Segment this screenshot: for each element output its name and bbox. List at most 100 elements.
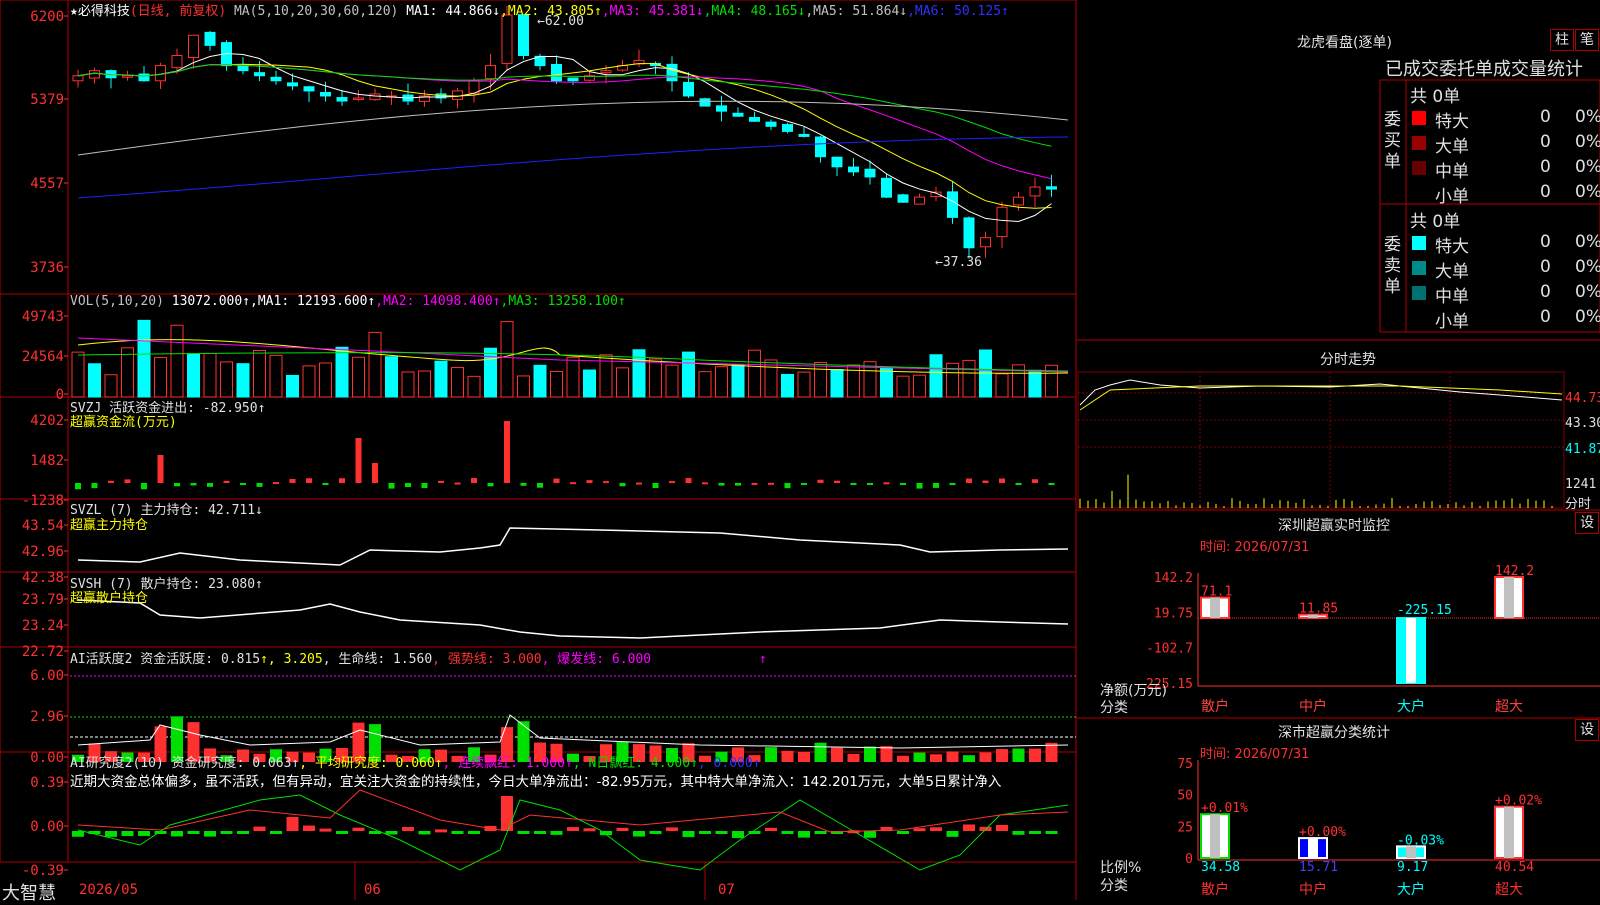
candle-body — [204, 31, 216, 46]
activity-bar — [864, 746, 876, 762]
volume-bar — [319, 362, 332, 398]
candle-body — [254, 72, 265, 77]
activity-bar — [798, 751, 810, 762]
intraday-price-2: 43.30 — [1565, 416, 1600, 431]
sell-swatch — [1412, 261, 1426, 275]
fund-flow-bar — [306, 478, 312, 483]
ai2-header: AI研究度2(10) 资金研究度: 0.063↑, 平均研究度: 0.060↑,… — [70, 752, 761, 771]
svzl-y-tick: 43.54 — [22, 518, 64, 534]
volume-bar — [748, 349, 761, 398]
sell-row-count: 0 — [1540, 257, 1551, 277]
buy-side-label: 委买单 — [1384, 110, 1401, 172]
research-bar — [550, 831, 563, 835]
research-bar — [715, 831, 728, 835]
volume-bar — [1045, 364, 1058, 398]
candle-body — [831, 156, 843, 168]
candle-body — [699, 98, 711, 107]
sell-side-label: 委卖单 — [1384, 235, 1401, 297]
fund-flow-bar — [108, 480, 114, 483]
buy-swatch — [1412, 186, 1426, 200]
buy-row-count: 0 — [1540, 182, 1551, 202]
panel-frame — [0, 0, 1077, 295]
class-xlabel: 分类 — [1100, 878, 1128, 894]
intraday-frame — [1077, 371, 1565, 509]
buy-row-percent: 0% — [1575, 157, 1600, 177]
tick-mode-button[interactable]: 笔 — [1575, 29, 1599, 51]
fund-flow-bar — [355, 438, 362, 483]
research-bar — [105, 831, 117, 837]
buy-row-percent: 0% — [1575, 132, 1600, 152]
candle-body — [303, 86, 315, 92]
candle-body — [848, 166, 859, 173]
activity-bar — [880, 746, 893, 762]
volume-bar — [1028, 369, 1042, 398]
research-bar — [781, 831, 794, 834]
sz-y-tick: -102.7 — [1146, 642, 1193, 657]
candle-body — [353, 97, 364, 100]
sz-bar-shine — [1210, 597, 1220, 619]
vol-label: VOL(5,10,20) — [70, 294, 164, 309]
fund-flow-bar — [157, 455, 164, 483]
app-logo[interactable]: 大智慧 — [2, 879, 56, 905]
sz-settings-button[interactable]: 设 — [1575, 512, 1599, 534]
candle-body — [270, 76, 282, 82]
period-label[interactable]: (日线, 前复权) — [130, 4, 226, 19]
sz-bar-label: 71.1 — [1201, 585, 1232, 600]
research-bar — [501, 796, 513, 831]
bar-mode-button[interactable]: 柱 — [1550, 29, 1574, 51]
fund-flow-bar — [999, 478, 1005, 483]
research-bar — [286, 817, 299, 831]
ai2-y-tick: 0.00 — [30, 819, 64, 835]
fund-flow-bar — [636, 482, 642, 485]
volume-bar — [385, 356, 398, 398]
research-bar — [336, 831, 348, 834]
research-bar — [963, 824, 975, 831]
star-icon[interactable]: ★ — [70, 4, 78, 19]
class-settings-button[interactable]: 设 — [1575, 719, 1599, 741]
volume-bar — [203, 353, 217, 398]
sz-category: 中户 — [1299, 698, 1327, 715]
lhb-title: 龙虎看盘(逐单) — [1297, 35, 1392, 51]
volume-bar — [896, 375, 910, 398]
candle-body — [666, 63, 678, 82]
volume-bar — [253, 350, 266, 398]
class-value-label: 34.58 — [1201, 860, 1240, 875]
retail-holding-line — [77, 599, 1069, 639]
ai1-y-tick: 6.00 — [30, 668, 64, 684]
research-bar — [187, 831, 200, 834]
research-bar — [666, 827, 678, 831]
research-bar — [220, 831, 233, 834]
volume-bar — [401, 371, 415, 398]
volume-bar — [335, 346, 349, 398]
intraday-avg-line — [1079, 385, 1563, 411]
volume-bar — [104, 374, 118, 398]
ai1-v2: ↑, 3.205 — [260, 652, 323, 667]
sz-category: 超大 — [1495, 699, 1523, 715]
vol-header: VOL(5,10,20) 13072.000↑,MA1: 12193.600↑,… — [70, 294, 626, 309]
class-category: 散户 — [1201, 881, 1229, 898]
fund-flow-bar — [916, 483, 923, 489]
volume-bar — [467, 375, 481, 398]
buy-row-percent: 0% — [1575, 107, 1600, 127]
fund-flow-bar — [75, 483, 81, 490]
ma6-value: ,MA6: 50.125↑ — [907, 4, 1009, 19]
svzj-y-tick: -1238 — [22, 493, 64, 509]
volume-bar — [665, 364, 679, 398]
volume-bar — [286, 374, 299, 398]
volume-bar — [616, 367, 629, 398]
class-value-label: 15.71 — [1299, 860, 1338, 875]
class-change-label: -0.03% — [1397, 833, 1444, 848]
research-bar — [204, 831, 216, 837]
sell-row-label: 大单 — [1435, 262, 1469, 282]
intraday-price-3: 41.87 — [1565, 442, 1600, 457]
high-price-label: ←62.00 — [537, 14, 584, 29]
candle-body — [716, 105, 727, 112]
sz-class-title: 深市超赢分类统计 — [1278, 725, 1390, 741]
volume-bar — [154, 356, 167, 398]
fund-flow-bar — [900, 483, 906, 485]
fund-flow-bar — [982, 480, 989, 483]
buy-row-percent: 0% — [1575, 182, 1600, 202]
candle-body — [732, 112, 744, 117]
class-y-tick: 25 — [1177, 820, 1193, 835]
candle-body — [782, 124, 793, 132]
